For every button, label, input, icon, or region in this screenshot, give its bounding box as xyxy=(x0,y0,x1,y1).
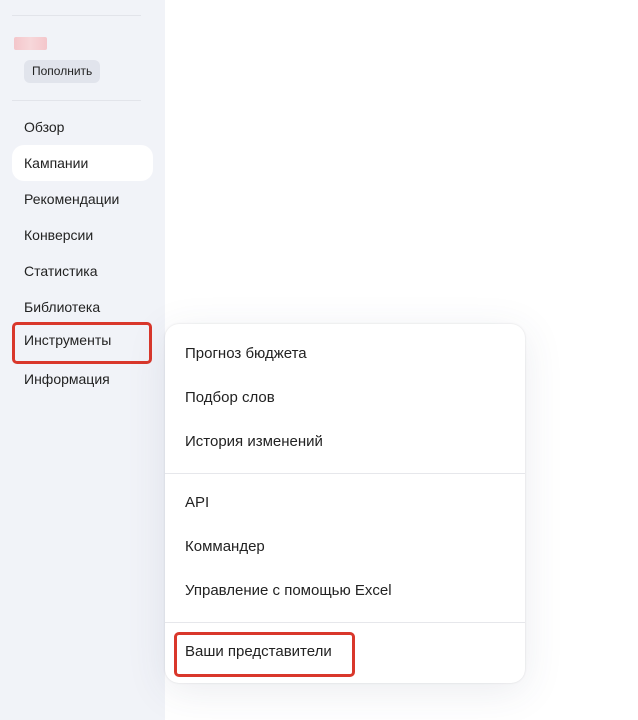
menu-item-commander[interactable]: Коммандер xyxy=(185,538,265,555)
menu-item-budget-forecast[interactable]: Прогноз бюджета xyxy=(185,345,307,362)
topup-button[interactable]: Пополнить xyxy=(24,60,101,83)
sidebar-item-info[interactable]: Информация xyxy=(12,361,153,397)
sidebar-item-library[interactable]: Библиотека xyxy=(12,289,153,325)
sidebar-item-tools[interactable]: Инструменты xyxy=(12,322,152,364)
balance-value-blurred xyxy=(14,37,47,50)
sidebar-item-conversions[interactable]: Конверсии xyxy=(12,217,153,253)
menu-item-change-history[interactable]: История изменений xyxy=(185,433,323,450)
sidebar-item-overview[interactable]: Обзор xyxy=(12,109,153,145)
sidebar-item-statistics[interactable]: Статистика xyxy=(12,253,153,289)
tools-dropdown-menu: Прогноз бюджета Подбор слов История изме… xyxy=(165,324,525,683)
menu-item-excel-management[interactable]: Управление с помощью Excel xyxy=(185,582,392,599)
sidebar-divider xyxy=(12,100,141,101)
menu-divider xyxy=(165,473,525,474)
sidebar: Пополнить Обзор Кампании Рекомендации Ко… xyxy=(0,0,165,720)
sidebar-item-campaigns[interactable]: Кампании xyxy=(12,145,153,181)
sidebar-divider xyxy=(12,15,141,16)
menu-item-api[interactable]: API xyxy=(185,494,209,511)
menu-item-representatives[interactable]: Ваши представители xyxy=(185,643,332,660)
sidebar-item-recommendations[interactable]: Рекомендации xyxy=(12,181,153,217)
menu-divider xyxy=(165,622,525,623)
menu-item-keyword-selection[interactable]: Подбор слов xyxy=(185,389,275,406)
